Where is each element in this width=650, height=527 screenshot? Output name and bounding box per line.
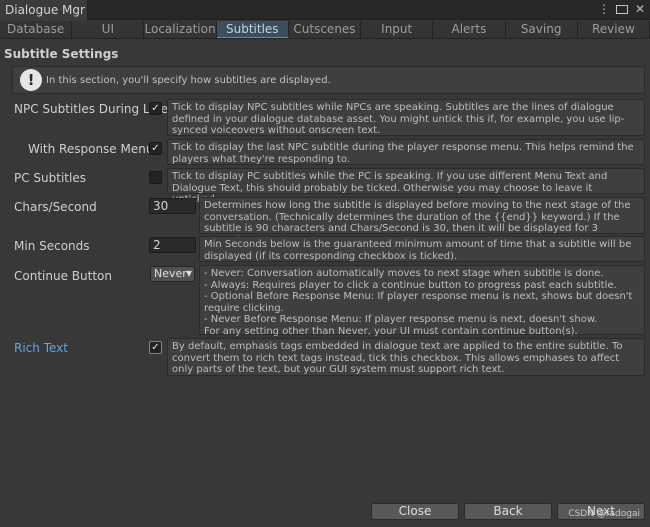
tab-subtitles[interactable]: Subtitles [216,21,289,38]
info-text: In this section, you'll specify how subt… [46,75,331,86]
maximize-icon[interactable] [616,2,628,17]
min-seconds-input[interactable]: 2 [149,237,196,253]
npc-subtitles-help: Tick to display NPC subtitles while NPCs… [167,99,645,136]
with-response-menu-label: With Response Menu [28,142,154,156]
tab-database[interactable]: Database [0,21,73,38]
npc-subtitles-checkbox[interactable]: ✓ [149,102,162,115]
info-box: ! In this section, you'll specify how su… [12,66,645,94]
npc-subtitles-label: NPC Subtitles During Line [14,102,168,116]
with-response-menu-checkbox[interactable]: ✓ [149,142,162,155]
tab-cutscenes[interactable]: Cutscenes [288,21,362,38]
continue-button-label: Continue Button [14,269,112,283]
close-button[interactable]: Close [371,503,459,520]
tab-ui[interactable]: UI [72,21,145,38]
with-response-menu-help: Tick to display the last NPC subtitle du… [167,139,645,165]
rich-text-checkbox[interactable]: ✓ [149,341,162,354]
continue-button-value: Never [154,267,187,280]
window-controls: ⋮ ✕ [598,2,646,17]
min-seconds-label: Min Seconds [14,239,90,253]
continue-button-dropdown[interactable]: Never ▼ [150,266,195,282]
tab-localization[interactable]: Localization [144,21,217,38]
pc-subtitles-label: PC Subtitles [14,171,86,185]
chars-second-help: Determines how long the subtitle is disp… [199,197,645,246]
chars-second-label: Chars/Second [14,200,97,214]
watermark: CSDN @radogai [568,509,640,519]
rich-text-help: By default, emphasis tags embedded in di… [167,338,645,376]
min-seconds-help: Min Seconds below is the guaranteed mini… [199,236,645,262]
continue-button-help: - Never: Conversation automatically move… [199,265,645,337]
wizard-tabs: Database UI Localization Subtitles Cutsc… [0,21,650,39]
tab-review[interactable]: Review [577,21,650,38]
title-bar: Dialogue Mgr ⋮ ✕ [0,0,650,21]
tab-input[interactable]: Input [361,21,434,38]
chars-second-input[interactable]: 30 [149,198,196,214]
tab-alerts[interactable]: Alerts [433,21,506,38]
pc-subtitles-checkbox[interactable] [149,171,162,184]
close-icon[interactable]: ✕ [634,2,646,17]
back-button[interactable]: Back [464,503,552,520]
exclamation-icon: ! [20,69,42,91]
kebab-menu-icon[interactable]: ⋮ [598,2,610,17]
rich-text-label: Rich Text [14,341,68,355]
window-title[interactable]: Dialogue Mgr [0,0,88,21]
section-heading: Subtitle Settings [4,47,119,61]
tab-saving[interactable]: Saving [505,21,578,38]
pc-subtitles-help: Tick to display PC subtitles while the P… [167,168,645,205]
chevron-down-icon: ▼ [185,269,192,278]
